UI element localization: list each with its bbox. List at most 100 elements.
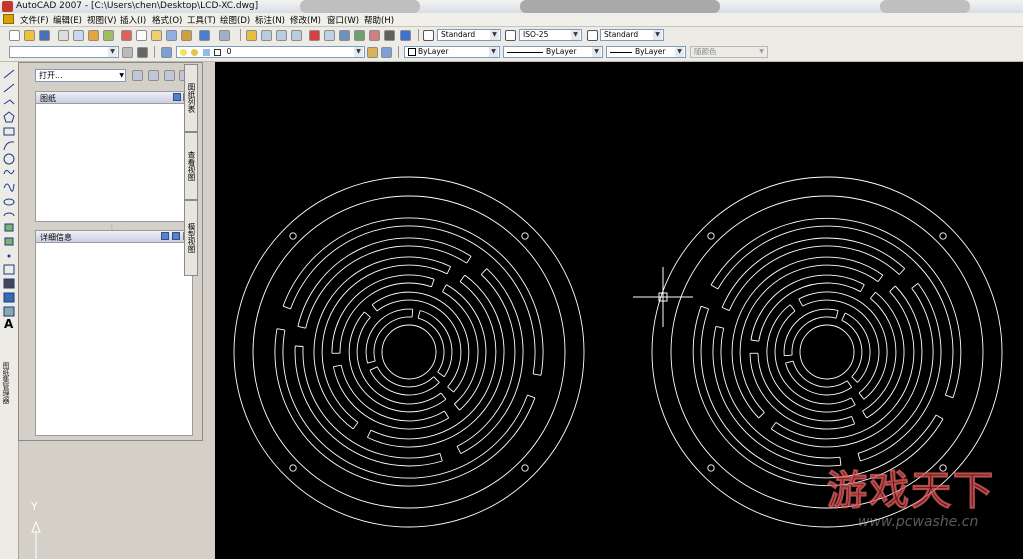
splitter-handle-icon[interactable]: ⋮ <box>109 224 119 231</box>
table-icon[interactable] <box>3 306 15 317</box>
markup-icon[interactable] <box>369 30 380 41</box>
menu-file[interactable]: 文件(F) <box>20 14 49 26</box>
help-icon[interactable] <box>400 30 411 41</box>
standard-toolbar: Standard ▼ ISO-25 ▼ Standard ▼ <box>0 27 1023 45</box>
menu-help[interactable]: 帮助(H) <box>364 14 394 26</box>
polyline-icon[interactable] <box>3 99 15 105</box>
tab-sheet-list[interactable]: 图纸列表 <box>184 64 198 132</box>
zoom-realtime-icon[interactable] <box>261 30 272 41</box>
menu-modify[interactable]: 修改(M) <box>290 14 321 26</box>
title-bar: AutoCAD 2007 - [C:\Users\chen\Desktop\LC… <box>0 0 1023 13</box>
menu-insert[interactable]: 插入(I) <box>120 14 146 26</box>
copy-icon[interactable] <box>136 30 147 41</box>
maze-arc-inner <box>757 353 852 422</box>
document-menu-icon[interactable] <box>3 14 14 24</box>
construction-line-icon[interactable] <box>3 83 15 93</box>
paste-icon[interactable] <box>151 30 162 41</box>
revision-cloud-icon[interactable] <box>3 169 15 175</box>
layer-select[interactable]: 0 ▼ <box>176 46 365 58</box>
line-icon[interactable] <box>3 69 15 79</box>
workspace-settings-icon[interactable] <box>122 47 133 58</box>
menu-view[interactable]: 视图(V) <box>87 14 116 26</box>
lock-icon <box>202 48 210 56</box>
table-style-icon[interactable] <box>587 30 598 41</box>
maze-arc-cap <box>870 291 876 299</box>
draw-tool-icons <box>3 69 15 317</box>
gradient-icon[interactable] <box>3 278 15 289</box>
redo-icon[interactable] <box>219 30 230 41</box>
properties-icon[interactable] <box>309 30 320 41</box>
menu-draw[interactable]: 绘图(D) <box>220 14 250 26</box>
text-style-icon[interactable] <box>423 30 434 41</box>
hatch-icon[interactable] <box>3 264 15 275</box>
region-icon[interactable] <box>3 292 15 303</box>
cut-icon[interactable] <box>121 30 132 41</box>
sheet-list-icon[interactable] <box>132 70 143 81</box>
menu-edit[interactable]: 编辑(E) <box>53 14 82 26</box>
maze-arc-cap <box>911 283 919 289</box>
maze-arc-outer <box>367 274 505 448</box>
sheet-set-manager-label: 图纸集管理器 <box>2 362 10 404</box>
menu-window[interactable]: 窗口(W) <box>327 14 359 26</box>
layer-previous-icon[interactable] <box>381 47 392 58</box>
crosshair-cursor <box>633 267 693 327</box>
separator <box>154 46 155 58</box>
arc-icon[interactable] <box>3 141 15 151</box>
new-icon[interactable] <box>9 30 20 41</box>
block-editor-icon[interactable] <box>181 30 192 41</box>
chevron-down-icon: ▼ <box>571 30 580 40</box>
publish-icon[interactable] <box>88 30 99 41</box>
circle-icon[interactable] <box>3 153 15 165</box>
ellipse-arc-icon[interactable] <box>3 212 15 217</box>
publish-sheets-icon[interactable] <box>148 70 159 81</box>
workspace-save-icon[interactable] <box>137 47 148 58</box>
save-icon[interactable] <box>39 30 50 41</box>
tab-view-list[interactable]: 查看视图 <box>184 132 198 200</box>
insert-block-icon[interactable] <box>4 223 14 232</box>
polygon-icon[interactable] <box>3 111 15 123</box>
layer-manager-icon[interactable] <box>161 47 172 58</box>
ellipse-icon[interactable] <box>3 198 15 206</box>
pan-icon[interactable] <box>246 30 257 41</box>
spline-icon[interactable] <box>3 183 15 192</box>
plotstyle-select[interactable]: 随颜色 ▼ <box>690 46 768 58</box>
tool-palettes-icon[interactable] <box>339 30 350 41</box>
dim-style-icon[interactable] <box>505 30 516 41</box>
table-style-select[interactable]: Standard ▼ <box>600 29 664 41</box>
menu-dimension[interactable]: 标注(N) <box>255 14 285 26</box>
zoom-window-icon[interactable] <box>276 30 287 41</box>
undo-icon[interactable] <box>199 30 210 41</box>
maze-arc-cap <box>439 453 443 462</box>
dim-style-select[interactable]: ISO-25 ▼ <box>519 29 582 41</box>
point-icon[interactable] <box>7 254 11 258</box>
tab-model-views[interactable]: 模型视图 <box>184 200 198 276</box>
workspace-select[interactable]: ▼ <box>9 46 119 58</box>
details-view-icon[interactable] <box>161 232 169 240</box>
match-properties-icon[interactable] <box>166 30 177 41</box>
make-block-icon[interactable] <box>4 237 14 246</box>
open-sheet-set-select[interactable]: 打开... ▼ <box>35 69 126 82</box>
lineweight-select[interactable]: ByLayer ▼ <box>606 46 686 58</box>
color-select[interactable]: ByLayer ▼ <box>404 46 500 58</box>
plot-icon[interactable] <box>103 30 114 41</box>
rectangle-icon[interactable] <box>3 127 15 136</box>
preview-view-icon[interactable] <box>172 232 180 240</box>
menu-format[interactable]: 格式(O) <box>152 14 182 26</box>
print-icon[interactable] <box>58 30 69 41</box>
maze-arc-outer <box>750 274 865 341</box>
calculator-icon[interactable] <box>384 30 395 41</box>
zoom-previous-icon[interactable] <box>291 30 302 41</box>
background-blur <box>880 0 970 13</box>
open-icon[interactable] <box>24 30 35 41</box>
sheet-set-icon[interactable] <box>354 30 365 41</box>
make-current-icon[interactable] <box>367 47 378 58</box>
multiline-text-icon[interactable]: A <box>4 317 13 331</box>
maze-arc-cap <box>352 422 359 430</box>
design-center-icon[interactable] <box>324 30 335 41</box>
sheet-options-icon[interactable] <box>164 70 175 81</box>
pane-options-icon[interactable] <box>173 93 181 101</box>
text-style-select[interactable]: Standard ▼ <box>437 29 501 41</box>
menu-tools[interactable]: 工具(T) <box>187 14 216 26</box>
print-preview-icon[interactable] <box>73 30 84 41</box>
linetype-select[interactable]: ByLayer ▼ <box>503 46 603 58</box>
